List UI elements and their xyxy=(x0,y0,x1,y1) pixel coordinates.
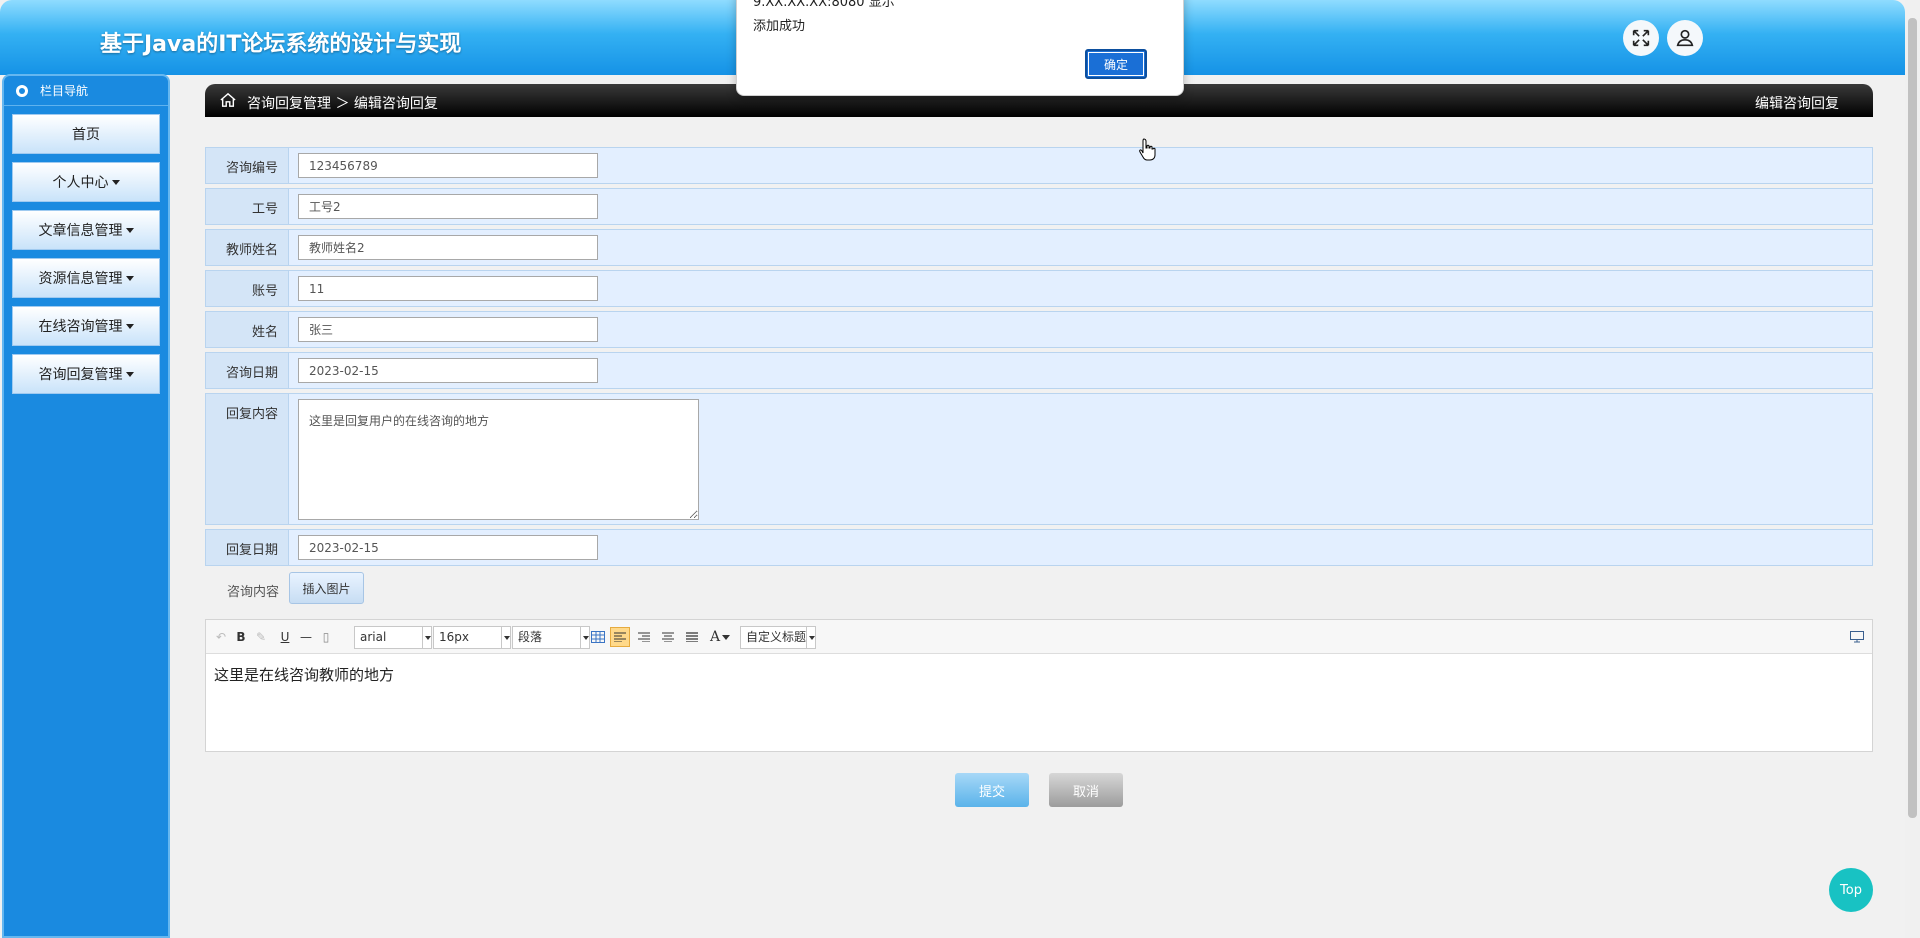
underline-icon[interactable]: U xyxy=(278,627,292,647)
breadcrumb-path: 咨询回复管理 ＞ 编辑咨询回复 xyxy=(247,96,438,112)
home-icon[interactable] xyxy=(219,92,237,108)
dialog-origin-text: 9.XX.XX.XX:8080 显示 xyxy=(753,0,895,10)
custom-title-select[interactable]: 自定义标题 xyxy=(740,626,816,649)
sidebar-item-label: 咨询回复管理 xyxy=(38,367,123,383)
form-row-reply-content: 回复内容 这里是回复用户的在线咨询的地方 xyxy=(205,393,1873,525)
reply-date-label: 回复日期 xyxy=(206,530,289,565)
user-icon[interactable] xyxy=(1667,20,1703,56)
consult-date-field[interactable] xyxy=(298,358,598,383)
hand-cursor-icon xyxy=(1139,138,1156,161)
vertical-scrollbar[interactable] xyxy=(1905,0,1920,938)
caret-down-icon xyxy=(111,179,120,185)
consult-content-label: 咨询内容 xyxy=(226,585,279,600)
bold-icon[interactable]: B xyxy=(234,627,248,647)
account-label: 账号 xyxy=(206,271,289,306)
font-size-select[interactable]: 16px xyxy=(433,626,511,649)
sidebar-item-consult-reply-management[interactable]: 咨询回复管理 xyxy=(12,354,160,394)
reply-content-textarea[interactable]: 这里是回复用户的在线咨询的地方 xyxy=(298,399,699,520)
app-title: 基于Java的IT论坛系统的设计与实现 xyxy=(100,32,462,57)
sidebar-heading: 栏目导航 xyxy=(4,76,168,106)
cancel-button[interactable]: 取消 xyxy=(1049,773,1123,807)
horizontal-rule-icon[interactable]: — xyxy=(299,627,313,647)
sidebar-item-resource-management[interactable]: 资源信息管理 xyxy=(12,258,160,298)
caret-down-icon xyxy=(125,227,134,233)
name-field[interactable] xyxy=(298,317,598,342)
fullscreen-icon[interactable] xyxy=(1623,20,1659,56)
sidebar-item-home[interactable]: 首页 xyxy=(12,114,160,154)
align-right-icon[interactable] xyxy=(636,627,652,647)
teacher-name-field[interactable] xyxy=(298,235,598,260)
form-row-name: 姓名 xyxy=(205,311,1873,348)
editor-toolbar: ↶ B ✎ U — ▯ arial 16px 段落 A 自定义标题 xyxy=(206,620,1872,654)
sidebar-item-label: 个人中心 xyxy=(52,175,109,191)
sidebar-item-online-consult-management[interactable]: 在线咨询管理 xyxy=(12,306,160,346)
align-left-icon[interactable] xyxy=(610,627,630,647)
alert-dialog: 9.XX.XX.XX:8080 显示 添加成功 确定 xyxy=(736,0,1184,96)
name-label: 姓名 xyxy=(206,312,289,347)
undo-icon[interactable]: ↶ xyxy=(214,627,228,647)
font-family-value: arial xyxy=(360,630,387,644)
dialog-message: 添加成功 xyxy=(753,19,806,34)
form-row-consult-date: 咨询日期 xyxy=(205,352,1873,389)
sidebar-item-label: 首页 xyxy=(72,127,100,143)
sidebar-heading-label: 栏目导航 xyxy=(40,84,89,98)
format-painter-icon[interactable]: ✎ xyxy=(254,627,268,647)
reply-content-label: 回复内容 xyxy=(206,394,289,524)
nav-dot-icon xyxy=(16,84,28,97)
rich-text-editor: ↶ B ✎ U — ▯ arial 16px 段落 A 自定义标题 这里是在线咨… xyxy=(205,619,1873,752)
form-row-account: 账号 xyxy=(205,270,1873,307)
sidebar-item-label: 资源信息管理 xyxy=(38,271,123,287)
sidebar-item-article-management[interactable]: 文章信息管理 xyxy=(12,210,160,250)
consult-date-label: 咨询日期 xyxy=(206,353,289,388)
form-row-teacher-name: 教师姓名 xyxy=(205,229,1873,266)
editor-content[interactable]: 这里是在线咨询教师的地方 xyxy=(206,654,1872,695)
form-row-reply-date: 回复日期 xyxy=(205,529,1873,566)
sidebar: 栏目导航 首页 个人中心 文章信息管理 资源信息管理 在线咨询管理 咨询回复管理 xyxy=(2,74,170,938)
paragraph-select[interactable]: 段落 xyxy=(512,626,590,649)
dialog-ok-button[interactable]: 确定 xyxy=(1085,49,1147,79)
insert-image-button[interactable]: 插入图片 xyxy=(289,572,364,604)
reply-date-field[interactable] xyxy=(298,535,598,560)
sidebar-item-personal-center[interactable]: 个人中心 xyxy=(12,162,160,202)
consult-no-field[interactable] xyxy=(298,153,598,178)
font-color-icon[interactable]: A xyxy=(709,627,731,647)
account-field[interactable] xyxy=(298,276,598,301)
table-icon[interactable] xyxy=(590,627,606,647)
paragraph-value: 段落 xyxy=(518,630,543,644)
font-size-value: 16px xyxy=(439,630,469,644)
page-title: 编辑咨询回复 xyxy=(1755,96,1839,112)
preview-icon[interactable] xyxy=(1849,627,1865,647)
form-row-job-no: 工号 xyxy=(205,188,1873,225)
job-no-label: 工号 xyxy=(206,189,289,224)
sidebar-item-label: 文章信息管理 xyxy=(38,223,123,239)
submit-button[interactable]: 提交 xyxy=(955,773,1029,807)
form-row-consult-no: 咨询编号 xyxy=(205,147,1873,184)
custom-title-value: 自定义标题 xyxy=(746,630,806,644)
caret-down-icon xyxy=(125,323,134,329)
align-center-icon[interactable] xyxy=(660,627,676,647)
consult-no-label: 咨询编号 xyxy=(206,148,289,183)
back-to-top-button[interactable]: Top xyxy=(1829,868,1873,912)
font-family-select[interactable]: arial xyxy=(354,626,432,649)
sidebar-item-label: 在线咨询管理 xyxy=(38,319,123,335)
caret-down-icon xyxy=(125,371,134,377)
document-icon[interactable]: ▯ xyxy=(319,627,333,647)
align-justify-icon[interactable] xyxy=(684,627,700,647)
teacher-name-label: 教师姓名 xyxy=(206,230,289,265)
job-no-field[interactable] xyxy=(298,194,598,219)
caret-down-icon xyxy=(125,275,134,281)
